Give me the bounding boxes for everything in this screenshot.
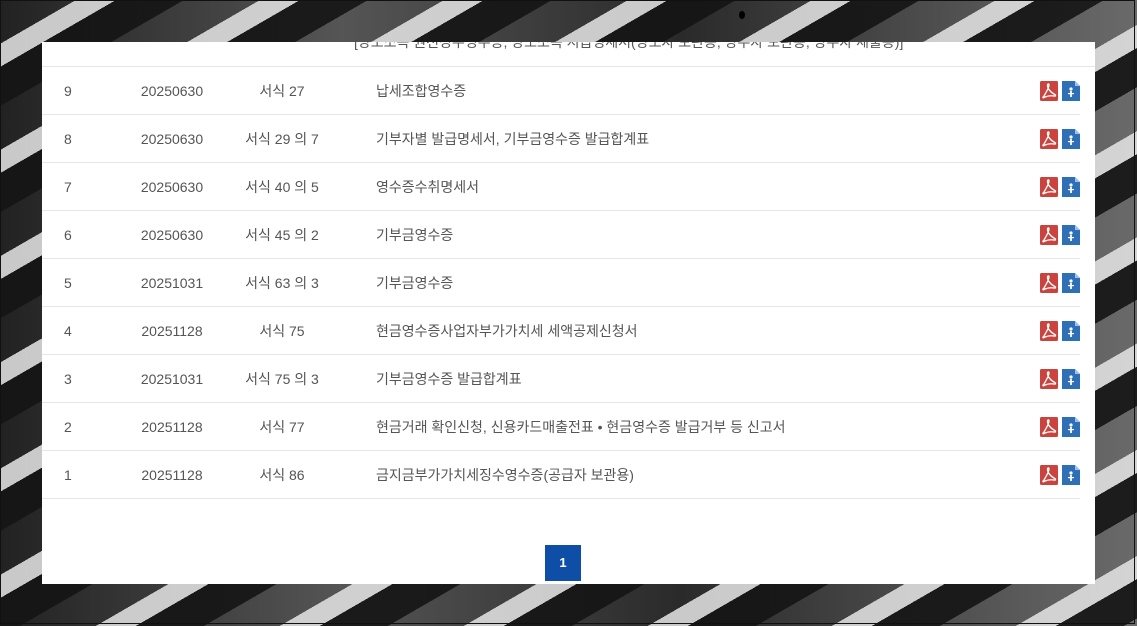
pdf-file-icon[interactable]: [1040, 224, 1058, 245]
row-downloads: [1020, 306, 1080, 355]
table-row: 9 20250630 서식 27 납세조합영수증: [42, 67, 1080, 115]
table-row: 8 20250630 서식 29 의 7 기부자별 발급명세서, 기부금영수증 발급합…: [42, 114, 1080, 163]
table-row: 2 20251128 서식 77 현금거래 확인신청, 신용카드매출전표 • 현금영수…: [42, 402, 1080, 451]
pdf-file-icon[interactable]: [1040, 416, 1058, 437]
table-row: 3 20251031 서식 75 의 3 기부금영수증 발급합계표: [42, 354, 1080, 403]
row-date: 20250630: [124, 162, 220, 211]
row-number: 2: [42, 402, 124, 451]
row-date: 20250630: [124, 210, 220, 259]
row-form-number: 서식 75: [220, 306, 344, 355]
row-form-number: 서식 27: [220, 67, 344, 115]
row-title[interactable]: [양도소득 원천징수영수증, 양도소득 지급명세서(양도자 보관용, 양수자 보…: [354, 42, 903, 52]
hwp-file-icon[interactable]: [1062, 128, 1080, 149]
row-title[interactable]: 영수증수취명세서: [344, 162, 1020, 211]
pdf-file-icon[interactable]: [1040, 80, 1058, 101]
row-title[interactable]: 현금영수증사업자부가가치세 세액공제신청서: [344, 306, 1020, 355]
row-number: 4: [42, 306, 124, 355]
row-date: 20251031: [124, 354, 220, 403]
row-date: 20250630: [124, 67, 220, 115]
table-row: 4 20251128 서식 75 현금영수증사업자부가가치세 세액공제신청서: [42, 306, 1080, 355]
hwp-file-icon[interactable]: [1062, 80, 1080, 101]
row-date: 20251031: [124, 258, 220, 307]
row-downloads: [1020, 258, 1080, 307]
row-number: 3: [42, 354, 124, 403]
hwp-file-icon[interactable]: [1062, 368, 1080, 389]
pdf-file-icon[interactable]: [1040, 464, 1058, 485]
pdf-file-icon[interactable]: [1040, 128, 1058, 149]
row-title[interactable]: 금지금부가가치세징수영수증(공급자 보관용): [344, 450, 1020, 499]
hwp-file-icon[interactable]: [1062, 272, 1080, 293]
row-form-number: 서식 77: [220, 402, 344, 451]
pdf-file-icon[interactable]: [1040, 272, 1058, 293]
row-title[interactable]: 기부자별 발급명세서, 기부금영수증 발급합계표: [344, 114, 1020, 163]
row-title[interactable]: 현금거래 확인신청, 신용카드매출전표 • 현금영수증 발급거부 등 신고서: [344, 402, 1020, 451]
row-form-number: 서식 40 의 5: [220, 162, 344, 211]
row-downloads: [1020, 450, 1080, 499]
row-title[interactable]: 기부금영수증 발급합계표: [344, 354, 1020, 403]
row-number: 1: [42, 450, 124, 499]
table-row: 7 20250630 서식 40 의 5 영수증수취명세서: [42, 162, 1080, 211]
row-downloads: [1020, 402, 1080, 451]
row-date: 20250630: [124, 114, 220, 163]
page-1-button[interactable]: 1: [545, 545, 581, 581]
row-number: 8: [42, 114, 124, 163]
row-form-number: 서식 63 의 3: [220, 258, 344, 307]
row-form-number: 서식 75 의 3: [220, 354, 344, 403]
background-mark: [739, 11, 745, 19]
table-row: 5 20251031 서식 63 의 3 기부금영수증: [42, 258, 1080, 307]
row-downloads: [1020, 210, 1080, 259]
hwp-file-icon[interactable]: [1062, 464, 1080, 485]
row-number: 7: [42, 162, 124, 211]
table-row: 6 20250630 서식 45 의 2 기부금영수증: [42, 210, 1080, 259]
row-downloads: [1020, 354, 1080, 403]
row-title[interactable]: 기부금영수증: [344, 258, 1020, 307]
hwp-file-icon[interactable]: [1062, 176, 1080, 197]
row-form-number: 서식 29 의 7: [220, 114, 344, 163]
pdf-file-icon[interactable]: [1040, 176, 1058, 197]
row-form-number: 서식 86: [220, 450, 344, 499]
pdf-file-icon[interactable]: [1040, 368, 1058, 389]
row-downloads: [1020, 114, 1080, 163]
row-form-number: 서식 45 의 2: [220, 210, 344, 259]
row-date: 20251128: [124, 306, 220, 355]
row-date: 20251128: [124, 450, 220, 499]
table-row: 1 20251128 서식 86 금지금부가가치세징수영수증(공급자 보관용): [42, 450, 1080, 499]
row-title[interactable]: 기부금영수증: [344, 210, 1020, 259]
row-number: 9: [42, 67, 124, 115]
row-date: 20251128: [124, 402, 220, 451]
row-title[interactable]: 납세조합영수증: [344, 67, 1020, 115]
row-downloads: [1020, 162, 1080, 211]
hwp-file-icon[interactable]: [1062, 224, 1080, 245]
pdf-file-icon[interactable]: [1040, 320, 1058, 341]
hwp-file-icon[interactable]: [1062, 416, 1080, 437]
row-number: 6: [42, 210, 124, 259]
table-row-partial: [양도소득 원천징수영수증, 양도소득 지급명세서(양도자 보관용, 양수자 보…: [42, 42, 1095, 67]
row-number: 5: [42, 258, 124, 307]
hwp-file-icon[interactable]: [1062, 320, 1080, 341]
form-list-panel: [양도소득 원천징수영수증, 양도소득 지급명세서(양도자 보관용, 양수자 보…: [42, 42, 1095, 584]
row-downloads: [1020, 67, 1080, 115]
form-table: 9 20250630 서식 27 납세조합영수증 8 20250630 서식 29 의 7기…: [42, 67, 1080, 499]
